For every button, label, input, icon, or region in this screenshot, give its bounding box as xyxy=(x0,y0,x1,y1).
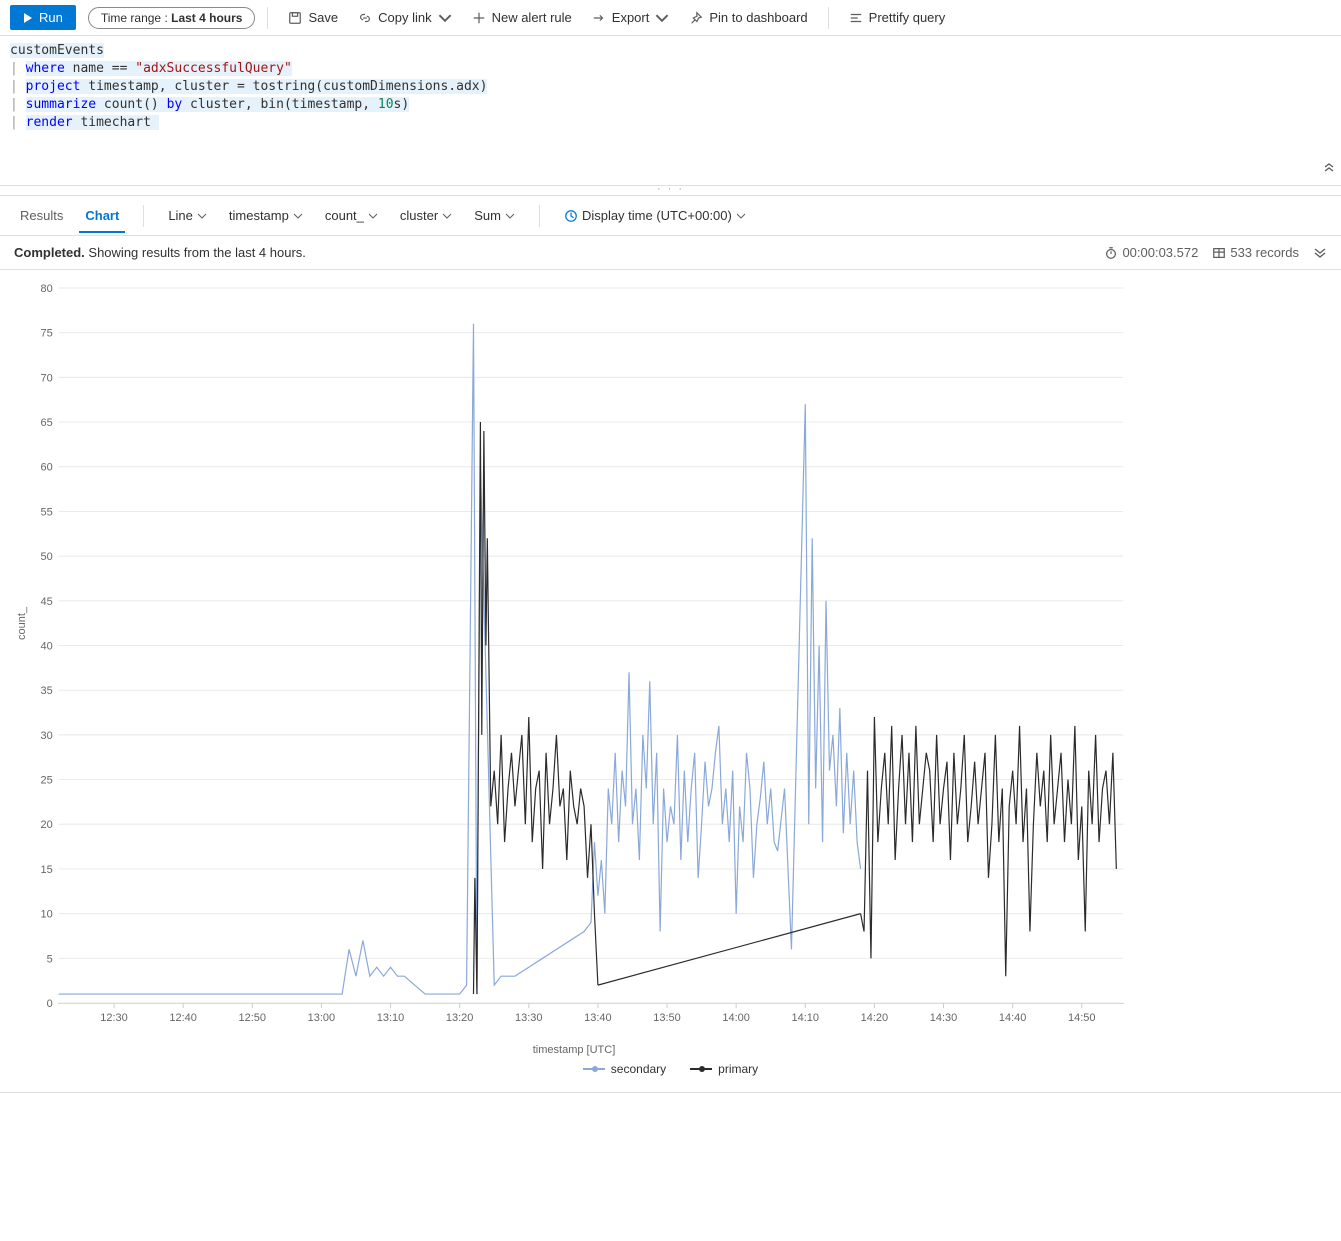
save-button[interactable]: Save xyxy=(280,6,346,29)
separator xyxy=(539,205,540,227)
svg-text:5: 5 xyxy=(47,953,53,965)
table-icon xyxy=(1212,246,1226,260)
save-label: Save xyxy=(308,10,338,25)
separator xyxy=(143,205,144,227)
y-axis-dropdown[interactable]: count_ xyxy=(319,204,384,227)
svg-text:13:40: 13:40 xyxy=(584,1012,611,1024)
collapse-editor-icon[interactable] xyxy=(1323,163,1335,181)
copy-link-label: Copy link xyxy=(378,10,431,25)
svg-text:75: 75 xyxy=(41,328,53,340)
y-axis-label: count_ xyxy=(16,607,28,640)
expand-chart-icon[interactable] xyxy=(1313,244,1327,261)
timezone-dropdown[interactable]: Display time (UTC+00:00) xyxy=(558,204,752,227)
svg-text:14:40: 14:40 xyxy=(999,1012,1026,1024)
clock-icon xyxy=(564,209,578,223)
svg-text:13:30: 13:30 xyxy=(515,1012,542,1024)
toolbar: Run Time range : Last 4 hours Save Copy … xyxy=(0,0,1341,36)
svg-text:30: 30 xyxy=(41,730,53,742)
status-duration: 00:00:03.572 xyxy=(1104,245,1198,260)
export-label: Export xyxy=(612,10,650,25)
run-button[interactable]: Run xyxy=(10,5,76,30)
chevron-down-icon xyxy=(438,11,452,25)
svg-text:40: 40 xyxy=(41,640,53,652)
chevron-down-icon xyxy=(293,211,303,221)
svg-text:12:40: 12:40 xyxy=(169,1012,196,1024)
svg-text:70: 70 xyxy=(41,372,53,384)
chart-plot[interactable]: 0510152025303540455055606570758012:3012:… xyxy=(58,288,1124,1004)
agg-dropdown[interactable]: Sum xyxy=(468,204,521,227)
new-alert-label: New alert rule xyxy=(492,10,572,25)
tab-results[interactable]: Results xyxy=(14,198,69,233)
legend-primary[interactable]: primary xyxy=(690,1062,758,1076)
svg-text:80: 80 xyxy=(41,283,53,295)
svg-text:14:30: 14:30 xyxy=(930,1012,957,1024)
x-axis-dropdown[interactable]: timestamp xyxy=(223,204,309,227)
svg-text:14:20: 14:20 xyxy=(861,1012,888,1024)
svg-text:15: 15 xyxy=(41,864,53,876)
split-dropdown[interactable]: cluster xyxy=(394,204,458,227)
svg-text:13:20: 13:20 xyxy=(446,1012,473,1024)
copy-link-button[interactable]: Copy link xyxy=(350,6,459,29)
svg-text:13:50: 13:50 xyxy=(653,1012,680,1024)
status-records: 533 records xyxy=(1212,245,1299,260)
chevron-down-icon xyxy=(736,211,746,221)
time-range-label: Time range : xyxy=(101,11,171,25)
status-subtitle: Showing results from the last 4 hours. xyxy=(85,245,306,260)
new-alert-button[interactable]: New alert rule xyxy=(464,6,580,29)
svg-text:14:10: 14:10 xyxy=(792,1012,819,1024)
prettify-button[interactable]: Prettify query xyxy=(841,6,954,29)
svg-text:12:30: 12:30 xyxy=(100,1012,127,1024)
chevron-down-icon xyxy=(655,11,669,25)
separator xyxy=(267,7,268,29)
chart-legend: secondary primary xyxy=(14,1056,1327,1088)
legend-secondary[interactable]: secondary xyxy=(583,1062,666,1076)
pin-button[interactable]: Pin to dashboard xyxy=(681,6,815,29)
svg-text:10: 10 xyxy=(41,909,53,921)
result-tabs: Results Chart Line timestamp count_ clus… xyxy=(0,196,1341,236)
chevron-down-icon xyxy=(368,211,378,221)
svg-text:20: 20 xyxy=(41,819,53,831)
svg-text:0: 0 xyxy=(47,998,53,1010)
svg-text:12:50: 12:50 xyxy=(239,1012,266,1024)
query-line-1: customEvents xyxy=(10,43,104,58)
chevron-down-icon xyxy=(442,211,452,221)
tab-chart[interactable]: Chart xyxy=(79,198,125,233)
prettify-label: Prettify query xyxy=(869,10,946,25)
svg-text:14:00: 14:00 xyxy=(722,1012,749,1024)
save-icon xyxy=(288,11,302,25)
svg-text:13:10: 13:10 xyxy=(377,1012,404,1024)
status-completed: Completed. xyxy=(14,245,85,260)
time-range-picker[interactable]: Time range : Last 4 hours xyxy=(88,7,256,29)
svg-text:45: 45 xyxy=(41,596,53,608)
chart-area: count_ 051015202530354045505560657075801… xyxy=(0,270,1341,1093)
svg-text:60: 60 xyxy=(41,462,53,474)
pin-label: Pin to dashboard xyxy=(709,10,807,25)
x-axis-label: timestamp [UTC] xyxy=(14,1044,1134,1056)
link-icon xyxy=(358,11,372,25)
format-icon xyxy=(849,11,863,25)
query-editor[interactable]: customEvents | where name == "adxSuccess… xyxy=(0,36,1341,186)
export-button[interactable]: Export xyxy=(584,6,678,29)
chevron-down-icon xyxy=(197,211,207,221)
svg-text:13:00: 13:00 xyxy=(308,1012,335,1024)
status-bar: Completed. Showing results from the last… xyxy=(0,236,1341,270)
plus-icon xyxy=(472,11,486,25)
svg-text:55: 55 xyxy=(41,506,53,518)
stopwatch-icon xyxy=(1104,246,1118,260)
export-icon xyxy=(592,11,606,25)
chart-type-dropdown[interactable]: Line xyxy=(162,204,213,227)
resize-handle[interactable]: · · · xyxy=(0,186,1341,196)
time-range-value: Last 4 hours xyxy=(171,11,242,25)
play-icon xyxy=(23,13,33,23)
svg-text:14:50: 14:50 xyxy=(1068,1012,1095,1024)
pin-icon xyxy=(689,11,703,25)
chevron-down-icon xyxy=(505,211,515,221)
run-label: Run xyxy=(39,10,63,25)
svg-text:35: 35 xyxy=(41,685,53,697)
svg-text:50: 50 xyxy=(41,551,53,563)
svg-text:25: 25 xyxy=(41,775,53,787)
separator xyxy=(828,7,829,29)
svg-text:65: 65 xyxy=(41,417,53,429)
